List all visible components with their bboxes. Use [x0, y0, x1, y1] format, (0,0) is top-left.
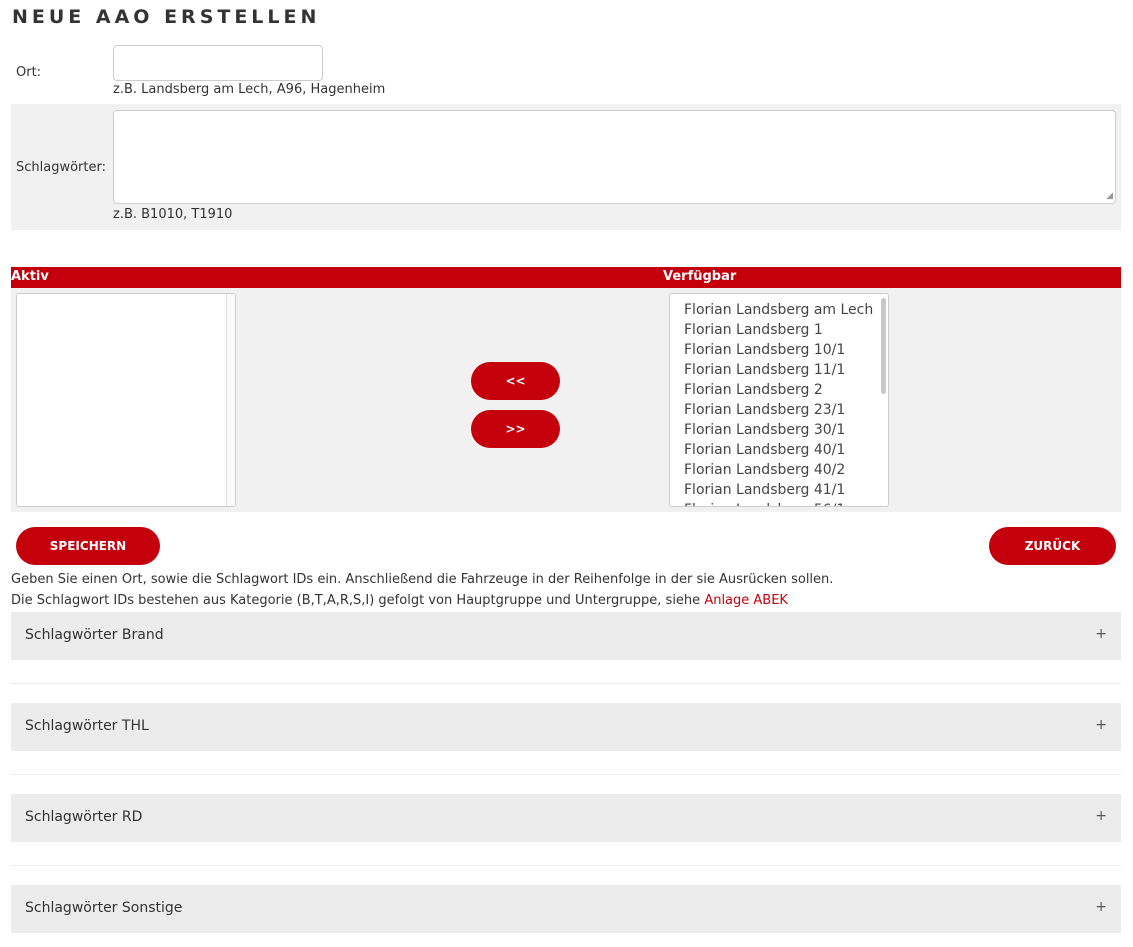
expand-plus-icon[interactable]: + [1095, 808, 1107, 824]
schlagwoerter-row: Schlagwörter: ◢ z.B. B1010, T1910 [11, 104, 1121, 230]
vehicle-option[interactable]: Florian Landsberg 40/2 [670, 460, 888, 480]
accordion-title: Schlagwörter Sonstige [25, 900, 183, 916]
available-header: Verfügbar [663, 269, 737, 284]
vehicles-header-bar: Aktiv Verfügbar [11, 267, 1121, 288]
available-options: Florian Landsberg am Lech Florian Landsbe… [670, 294, 888, 506]
active-header: Aktiv [11, 269, 49, 284]
vehicle-lists-area: << >> Florian Landsberg am Lech Florian L… [11, 288, 1121, 512]
vehicle-option[interactable]: Florian Landsberg 1 [670, 320, 888, 340]
list-scrollbar[interactable] [881, 298, 886, 394]
schlagwoerter-textarea[interactable]: ◢ [113, 110, 1116, 204]
accordion-thl[interactable]: Schlagwörter THL + [11, 703, 1121, 751]
accordion-title: Schlagwörter RD [25, 809, 143, 825]
save-button[interactable]: SPEICHERN [16, 527, 160, 565]
vehicle-option[interactable]: Florian Landsberg 10/1 [670, 340, 888, 360]
info-text-2: Die Schlagwort IDs bestehen aus Kategori… [11, 593, 788, 608]
schlagwoerter-hint: z.B. B1010, T1910 [113, 207, 233, 222]
divider [11, 683, 1121, 684]
ort-input[interactable] [113, 45, 323, 81]
accordion-brand[interactable]: Schlagwörter Brand + [11, 612, 1121, 660]
ort-row: Ort: z.B. Landsberg am Lech, A96, Hagenh… [11, 38, 1121, 104]
vehicle-option[interactable]: Florian Landsberg 30/1 [670, 420, 888, 440]
vehicle-option[interactable]: Florian Landsberg 2 [670, 380, 888, 400]
ort-label: Ort: [16, 65, 42, 80]
vehicle-option[interactable]: Florian Landsberg 23/1 [670, 400, 888, 420]
available-vehicles-list[interactable]: Florian Landsberg am Lech Florian Landsbe… [669, 293, 889, 507]
vehicle-option[interactable]: Florian Landsberg 40/1 [670, 440, 888, 460]
schlagwoerter-label: Schlagwörter: [16, 160, 106, 175]
divider [11, 774, 1121, 775]
expand-plus-icon[interactable]: + [1095, 717, 1107, 733]
back-button[interactable]: ZURÜCK [989, 527, 1116, 565]
ort-hint: z.B. Landsberg am Lech, A96, Hagenheim [113, 82, 386, 97]
vehicle-option[interactable]: Florian Landsberg 11/1 [670, 360, 888, 380]
expand-plus-icon[interactable]: + [1095, 626, 1107, 642]
active-list-scroll-edge [226, 294, 235, 506]
move-left-button[interactable]: << [471, 362, 560, 400]
accordion-title: Schlagwörter THL [25, 718, 149, 734]
divider [11, 865, 1121, 866]
expand-plus-icon[interactable]: + [1095, 899, 1107, 915]
vehicle-option[interactable]: Florian Landsberg 56/1 [670, 500, 888, 506]
accordion-sonstige[interactable]: Schlagwörter Sonstige + [11, 885, 1121, 933]
vehicle-option[interactable]: Florian Landsberg 41/1 [670, 480, 888, 500]
accordion-title: Schlagwörter Brand [25, 627, 164, 643]
move-right-button[interactable]: >> [471, 410, 560, 448]
page-title: NEUE AAO ERSTELLEN [12, 6, 321, 28]
anlage-abek-link[interactable]: Anlage ABEK [704, 593, 788, 608]
vehicle-option[interactable]: Florian Landsberg am Lech [670, 300, 888, 320]
resize-grip-icon[interactable]: ◢ [1106, 192, 1113, 201]
info-text-1: Geben Sie einen Ort, sowie die Schlagwor… [11, 572, 834, 587]
accordion-rd[interactable]: Schlagwörter RD + [11, 794, 1121, 842]
info-text-2-prefix: Die Schlagwort IDs bestehen aus Kategori… [11, 593, 705, 608]
active-vehicles-list[interactable] [16, 293, 236, 507]
